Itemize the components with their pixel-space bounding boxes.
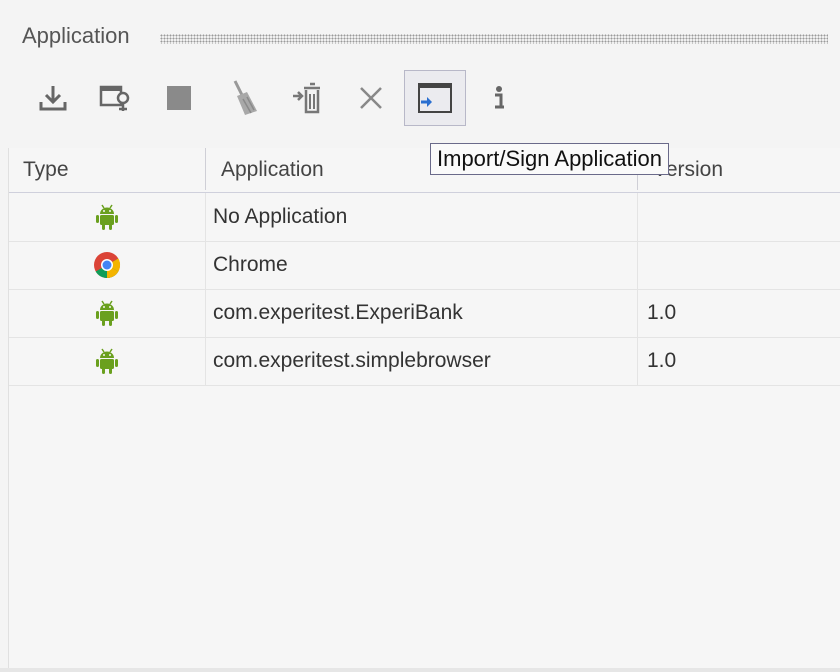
table-row[interactable]: com.experitest.simplebrowser 1.0 <box>9 337 840 386</box>
import-sign-button[interactable] <box>404 70 466 126</box>
import-sign-tooltip: Import/Sign Application <box>430 143 670 175</box>
application-version: 1.0 <box>647 349 677 372</box>
application-name: No Application <box>213 205 348 228</box>
install-button[interactable] <box>22 70 84 126</box>
panel-drag-grip[interactable] <box>160 34 828 44</box>
info-icon <box>495 86 504 109</box>
android-icon <box>96 300 118 326</box>
uninstall-button[interactable] <box>276 70 338 126</box>
toolbar <box>22 70 822 126</box>
column-header-application[interactable]: Application <box>221 148 324 192</box>
info-button[interactable] <box>468 70 530 126</box>
application-version: 1.0 <box>647 301 677 324</box>
table-row[interactable]: Chrome <box>9 241 840 290</box>
panel-title: Application <box>22 23 130 48</box>
chrome-icon <box>94 252 121 279</box>
column-divider <box>205 193 206 241</box>
application-panel: Application Type Application Version No … <box>0 0 840 672</box>
table-row[interactable]: No Application <box>9 193 840 242</box>
launch-app-icon <box>99 85 130 111</box>
launch-button[interactable] <box>84 70 146 126</box>
panel-bottom-border <box>0 668 840 672</box>
column-divider <box>637 193 638 241</box>
android-icon <box>96 348 118 374</box>
table-row[interactable]: com.experitest.ExperiBank 1.0 <box>9 289 840 338</box>
close-icon <box>360 87 382 109</box>
column-divider <box>205 241 206 289</box>
column-divider <box>637 337 638 385</box>
panel-header[interactable]: Application <box>0 18 840 58</box>
download-icon <box>39 86 67 111</box>
stop-icon <box>167 86 191 110</box>
application-name: com.experitest.ExperiBank <box>213 301 463 324</box>
application-name: Chrome <box>213 253 288 276</box>
android-icon <box>96 204 118 230</box>
clear-data-button[interactable] <box>212 70 274 126</box>
application-name: com.experitest.simplebrowser <box>213 349 491 372</box>
uninstall-icon <box>293 82 320 114</box>
column-divider <box>637 289 638 337</box>
column-divider <box>205 337 206 385</box>
remove-button[interactable] <box>340 70 402 126</box>
broom-icon <box>233 80 257 115</box>
stop-button[interactable] <box>148 70 210 126</box>
applications-table: Type Application Version No Application <box>8 148 840 668</box>
column-divider <box>205 289 206 337</box>
column-header-type[interactable]: Type <box>23 148 69 192</box>
table-header: Type Application Version <box>9 148 840 193</box>
import-window-icon <box>418 83 452 113</box>
column-divider <box>637 241 638 289</box>
column-resize-handle[interactable] <box>205 148 206 190</box>
